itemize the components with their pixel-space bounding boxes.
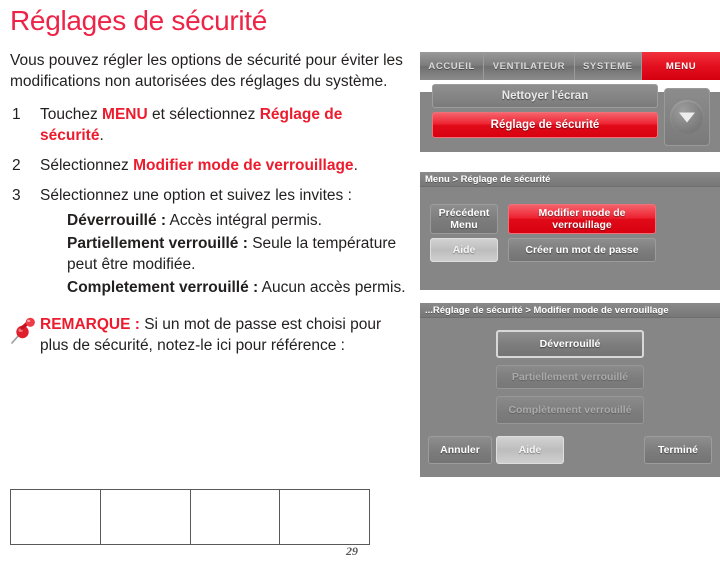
intro-paragraph: Vous pouvez régler les options de sécuri…	[10, 52, 403, 90]
chevron-down-icon	[670, 100, 704, 134]
breadcrumb: Menu > Réglage de sécurité	[420, 172, 720, 187]
tab-ventilateur[interactable]: VENTILATEUR	[484, 52, 575, 80]
lock-option-item: Déverrouillé : Accès intégral permis.	[40, 210, 410, 231]
menu-item-clean-screen[interactable]: Nettoyer l'écran	[432, 84, 658, 108]
device-screenshots: ACCUEIL VENTILATEUR SYSTEME MENU Nettoye…	[420, 0, 720, 565]
password-write-in-table	[10, 489, 370, 545]
page-number: 29	[346, 544, 358, 558]
tab-menu[interactable]: MENU	[642, 52, 720, 80]
step-text-before: Sélectionnez une option et suivez les in…	[40, 187, 352, 204]
step-text-before: Sélectionnez	[40, 157, 134, 174]
step-text-middle: et sélectionnez	[147, 106, 260, 123]
article-body: Réglages de sécurité Vous pouvez régler …	[10, 0, 410, 356]
step-text-after: .	[99, 127, 104, 144]
change-lock-mode-button[interactable]: Modifier mode de verrouillage	[508, 204, 656, 234]
unlocked-option-button[interactable]: Déverrouillé	[496, 330, 644, 358]
lock-option-desc: Aucun accès permis.	[258, 279, 406, 296]
table-cell[interactable]	[99, 489, 191, 545]
tab-accueil[interactable]: ACCUEIL	[420, 52, 485, 80]
step-number: 2	[12, 157, 21, 174]
lock-option-label: Completement verrouillé :	[67, 279, 259, 296]
menu-list: Nettoyer l'écran Réglage de sécurité	[420, 84, 720, 152]
tab-systeme[interactable]: SYSTEME	[575, 52, 643, 80]
table-cell[interactable]	[189, 489, 281, 545]
help-button[interactable]: Aide	[430, 238, 498, 262]
remark-label: REMARQUE :	[40, 316, 140, 333]
lock-option-label: Déverrouillé :	[67, 212, 167, 229]
steps-list: 1 Touchez MENU et sélectionnez Réglage d…	[10, 104, 410, 298]
remark-block: REMARQUE : Si un mot de passe est choisi…	[10, 314, 410, 356]
tab-bar: ACCUEIL VENTILATEUR SYSTEME MENU	[420, 52, 720, 80]
lock-option-item: Partiellement verrouillé : Seule la temp…	[40, 233, 410, 275]
table-cell[interactable]	[279, 489, 370, 545]
breadcrumb: ...Réglage de sécurité > Modifier mode d…	[420, 303, 720, 318]
lock-option-list: Déverrouillé : Accès intégral permis. Pa…	[40, 210, 410, 298]
step-item: 2 Sélectionnez Modifier mode de verrouil…	[10, 155, 410, 176]
security-settings-screen: Menu > Réglage de sécurité Précédent Men…	[420, 172, 720, 290]
cancel-button[interactable]: Annuler	[428, 436, 492, 464]
page-title: Réglages de sécurité	[10, 5, 268, 36]
table-row	[10, 489, 370, 545]
step-keyword-change-lock-mode: Modifier mode de verrouillage	[133, 157, 354, 174]
partially-locked-option-button[interactable]: Partiellement verrouillé	[496, 365, 644, 389]
menu-screen: ACCUEIL VENTILATEUR SYSTEME MENU Nettoye…	[420, 52, 720, 152]
step-number: 3	[12, 187, 21, 204]
step-item: 3 Sélectionnez une option et suivez les …	[10, 185, 410, 298]
previous-menu-button[interactable]: Précédent Menu	[430, 204, 498, 234]
lock-mode-screen: ...Réglage de sécurité > Modifier mode d…	[420, 303, 720, 477]
table-cell[interactable]	[10, 489, 101, 545]
create-password-button[interactable]: Créer un mot de passe	[508, 238, 656, 262]
help-button[interactable]: Aide	[496, 436, 564, 464]
fully-locked-option-button[interactable]: Complètement verrouillé	[496, 396, 644, 424]
step-text-after: .	[353, 157, 358, 174]
step-keyword-menu: MENU	[102, 106, 148, 123]
scroll-down-button[interactable]	[664, 88, 710, 146]
step-text-before: Touchez	[40, 106, 103, 123]
lock-option-label: Partiellement verrouillé :	[67, 235, 248, 252]
lock-option-desc: Accès intégral permis.	[166, 212, 323, 229]
push-pin-icon	[8, 316, 38, 346]
step-item: 1 Touchez MENU et sélectionnez Réglage d…	[10, 104, 410, 146]
done-button[interactable]: Terminé	[644, 436, 712, 464]
menu-item-security-setting[interactable]: Réglage de sécurité	[432, 112, 658, 138]
lock-option-item: Completement verrouillé : Aucun accès pe…	[40, 277, 410, 298]
step-number: 1	[12, 106, 21, 123]
